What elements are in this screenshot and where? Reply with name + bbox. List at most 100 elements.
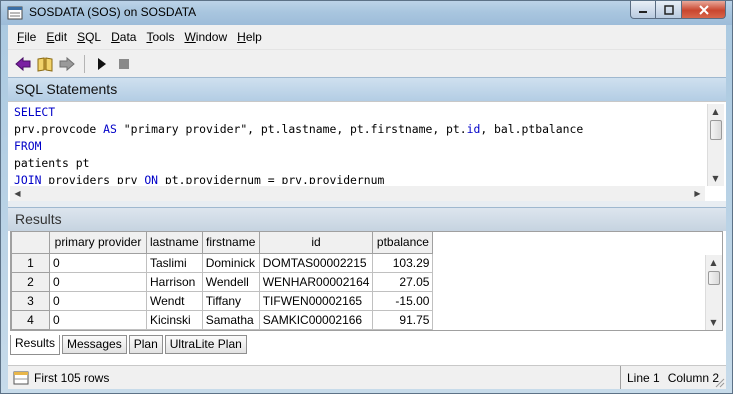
column-header[interactable]: ptbalance (372, 232, 434, 254)
cell-lastname[interactable]: Harrison (146, 271, 203, 292)
results-tabs: Results Messages Plan UltraLite Plan (10, 335, 247, 355)
scroll-down-icon[interactable]: ▼ (706, 315, 721, 330)
results-vertical-scrollbar[interactable]: ▲ ▼ (705, 255, 722, 330)
column-header[interactable]: id (258, 232, 374, 254)
sql-statements-header: SQL Statements (8, 77, 726, 101)
sql-text: "primary provider", pt.lastname, pt.firs… (116, 122, 467, 136)
tab-plan[interactable]: Plan (128, 335, 163, 354)
maximize-button[interactable] (656, 1, 682, 19)
cell-id[interactable]: TIFWEN00002165 (258, 290, 374, 311)
menu-help[interactable]: Help (232, 30, 267, 44)
sql-vertical-scrollbar[interactable]: ▲ ▼ (707, 104, 724, 186)
rows-grid-icon (13, 371, 29, 384)
scroll-thumb[interactable] (710, 120, 722, 140)
results-grid[interactable]: primary provider lastname firstname id ptbal… (10, 231, 723, 331)
minimize-button[interactable] (630, 1, 656, 19)
menu-data[interactable]: Data (106, 30, 141, 44)
sql-keyword: AS (103, 122, 117, 136)
history-button[interactable] (36, 55, 54, 73)
status-line: Line 1 (627, 370, 660, 385)
sql-horizontal-scrollbar[interactable]: ◀ ▶ (10, 186, 705, 201)
execute-button[interactable] (93, 55, 111, 73)
column-header[interactable]: primary provider (49, 232, 147, 254)
row-number[interactable]: 1 (11, 252, 50, 273)
menu-window[interactable]: Window (179, 30, 232, 44)
menu-bar: File Edit SQL Data Tools Window Help (8, 25, 726, 49)
forward-button[interactable] (58, 55, 76, 73)
cell-lastname[interactable]: Wendt (146, 290, 203, 311)
scroll-up-icon[interactable]: ▲ (708, 104, 723, 119)
cell-primary-provider[interactable]: 0 (49, 252, 147, 273)
stop-button[interactable] (115, 55, 133, 73)
scroll-right-icon[interactable]: ▶ (690, 186, 705, 201)
status-column: Column 2 (667, 370, 720, 385)
close-button[interactable] (682, 1, 726, 19)
sql-text: patients pt (14, 156, 90, 170)
cell-ptbalance[interactable]: 91.75 (372, 309, 434, 330)
tab-results[interactable]: Results (10, 335, 61, 355)
table-row[interactable]: 4 0 Kicinski Samatha SAMKIC00002166 91.75 (11, 309, 434, 330)
status-bar: First 105 rows Line 1 Column 2 (8, 365, 726, 389)
sql-line: prv.provcode AS "primary provider", pt.l… (14, 121, 704, 138)
sql-line: FROM (14, 138, 704, 155)
cell-ptbalance[interactable]: -15.00 (372, 290, 434, 311)
title-bar[interactable]: SOSDATA (SOS) on SOSDATA (1, 1, 732, 25)
cell-id[interactable]: DOMTAS00002215 (258, 252, 374, 273)
client-area: File Edit SQL Data Tools Window Help SQL State… (8, 25, 726, 389)
cell-firstname[interactable]: Tiffany (201, 290, 260, 311)
sql-text: prv.provcode (14, 122, 104, 136)
cell-primary-provider[interactable]: 0 (49, 271, 147, 292)
results-header: Results (8, 207, 726, 231)
sql-text: , bal.ptbalance (480, 122, 584, 136)
table-row[interactable]: 1 0 Taslimi Dominick DOMTAS00002215 103.29 (11, 252, 434, 273)
cell-lastname[interactable]: Taslimi (146, 252, 203, 273)
scroll-left-icon[interactable]: ◀ (10, 186, 25, 201)
tab-messages[interactable]: Messages (62, 335, 127, 354)
forward-arrow-icon (59, 56, 75, 71)
cell-firstname[interactable]: Wendell (201, 271, 260, 292)
column-header[interactable]: lastname (146, 232, 203, 254)
sql-editor[interactable]: SELECT prv.provcode AS "primary provider"… (8, 101, 726, 201)
window-title: SOSDATA (SOS) on SOSDATA (29, 5, 197, 19)
menu-edit[interactable]: Edit (41, 30, 72, 44)
cell-id[interactable]: WENHAR00002164 (258, 271, 374, 292)
table-row[interactable]: 2 0 Harrison Wendell WENHAR00002164 27.05 (11, 271, 434, 292)
sql-keyword: id (466, 122, 481, 136)
toolbar-separator (84, 54, 85, 73)
grid-corner[interactable] (11, 232, 50, 254)
cell-firstname[interactable]: Dominick (201, 252, 260, 273)
status-message: First 105 rows (34, 370, 110, 385)
menu-tools[interactable]: Tools (141, 30, 179, 44)
cell-ptbalance[interactable]: 103.29 (372, 252, 434, 273)
history-book-icon (37, 56, 53, 72)
cell-primary-provider[interactable]: 0 (49, 290, 147, 311)
table-row[interactable]: 3 0 Wendt Tiffany TIFWEN00002165 -15.00 (11, 290, 434, 311)
results-table: primary provider lastname firstname id ptbal… (11, 232, 434, 330)
menu-sql[interactable]: SQL (72, 30, 106, 44)
cell-primary-provider[interactable]: 0 (49, 309, 147, 330)
database-app-icon (7, 6, 23, 20)
close-icon (698, 4, 709, 15)
tab-ultralite-plan[interactable]: UltraLite Plan (164, 335, 247, 354)
row-number[interactable]: 3 (11, 290, 50, 311)
cell-ptbalance[interactable]: 27.05 (372, 271, 434, 292)
back-button[interactable] (14, 55, 32, 73)
stop-icon (119, 58, 129, 69)
sql-keyword: SELECT (14, 105, 56, 119)
cell-id[interactable]: SAMKIC00002166 (258, 309, 374, 330)
maximize-icon (663, 4, 674, 15)
row-number[interactable]: 2 (11, 271, 50, 292)
resize-grip-icon[interactable] (715, 378, 725, 388)
cell-lastname[interactable]: Kicinski (146, 309, 203, 330)
minimize-icon (639, 10, 647, 13)
cell-firstname[interactable]: Samatha (201, 309, 260, 330)
scroll-up-icon[interactable]: ▲ (706, 255, 721, 270)
window-controls (630, 1, 726, 19)
menu-file[interactable]: File (12, 30, 41, 44)
row-number[interactable]: 4 (11, 309, 50, 330)
back-arrow-icon (15, 56, 31, 71)
scroll-thumb[interactable] (708, 271, 720, 285)
scroll-down-icon[interactable]: ▼ (708, 171, 723, 186)
column-header[interactable]: firstname (201, 232, 260, 254)
sql-code[interactable]: SELECT prv.provcode AS "primary provider"… (14, 104, 704, 184)
